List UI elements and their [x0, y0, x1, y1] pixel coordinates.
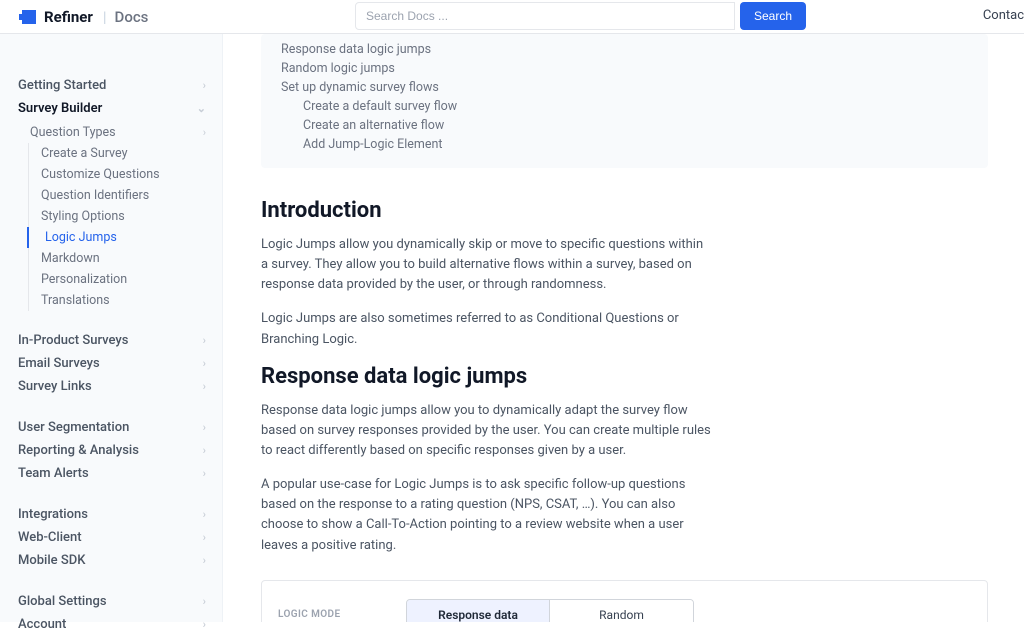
nav-group: In-Product Surveys › Email Surveys › Sur…: [16, 329, 212, 398]
sidebar-item-label: In-Product Surveys: [18, 333, 128, 348]
logic-mode-response-data[interactable]: Response data: [407, 600, 550, 622]
chevron-right-icon: ›: [203, 508, 206, 521]
sidebar-item-label: Team Alerts: [18, 466, 89, 481]
sidebar-item-label: Global Settings: [18, 594, 107, 609]
contact-link[interactable]: Contac: [983, 8, 1024, 23]
chevron-right-icon: ›: [203, 554, 206, 567]
sidebar-subitem-logic-jumps[interactable]: Logic Jumps: [27, 227, 212, 248]
sidebar-item-integrations[interactable]: Integrations ›: [16, 503, 212, 526]
sidebar-item-label: Web-Client: [18, 530, 82, 545]
sidebar-subitem-translations[interactable]: Translations: [37, 290, 212, 311]
brand-separator: |: [103, 8, 107, 26]
sidebar-item-label: Reporting & Analysis: [18, 443, 139, 458]
nav-group: Global Settings › Account ›: [16, 590, 212, 636]
paragraph: Logic Jumps are also sometimes referred …: [261, 309, 711, 349]
chevron-right-icon: ›: [203, 79, 206, 92]
search-button[interactable]: Search: [740, 2, 806, 30]
toc-link[interactable]: Response data logic jumps: [281, 40, 968, 59]
logic-mode-label: LOGIC MODE: [278, 609, 406, 620]
sidebar-item-email-surveys[interactable]: Email Surveys ›: [16, 352, 212, 375]
sidebar-item-survey-links[interactable]: Survey Links ›: [16, 375, 212, 398]
sidebar-item-label: Email Surveys: [18, 356, 100, 371]
sidebar-item-team-alerts[interactable]: Team Alerts ›: [16, 462, 212, 485]
brand-name: Refiner: [44, 8, 93, 26]
chevron-down-icon: ⌄: [197, 102, 206, 115]
chevron-right-icon: ›: [203, 531, 206, 544]
chevron-right-icon: ›: [203, 126, 206, 139]
toc-link[interactable]: Create an alternative flow: [281, 116, 968, 135]
sidebar-subitem-markdown[interactable]: Markdown: [37, 248, 212, 269]
chevron-right-icon: ›: [203, 357, 206, 370]
sidebar-subitem-question-types[interactable]: Question Types ›: [26, 122, 212, 143]
sidebar-item-label: Question Types: [30, 125, 116, 140]
main-content: Response data logic jumps Random logic j…: [223, 34, 1024, 622]
refiner-logo-icon: [22, 10, 36, 24]
sidebar-item-getting-started[interactable]: Getting Started ›: [16, 74, 212, 97]
toc-link[interactable]: Create a default survey flow: [281, 97, 968, 116]
chevron-right-icon: ›: [203, 334, 206, 347]
chevron-right-icon: ›: [203, 467, 206, 480]
sidebar-subitem-customize-questions[interactable]: Customize Questions: [37, 164, 212, 185]
sidebar-item-mobile-sdk[interactable]: Mobile SDK ›: [16, 549, 212, 572]
chevron-right-icon: ›: [203, 444, 206, 457]
sidebar-subitem-create-survey[interactable]: Create a Survey: [37, 143, 212, 164]
nav-group: Integrations › Web-Client › Mobile SDK ›: [16, 503, 212, 572]
nav-group: Getting Started › Survey Builder ⌄ Quest…: [16, 74, 212, 311]
docs-label: Docs: [115, 8, 149, 26]
sidebar: Getting Started › Survey Builder ⌄ Quest…: [0, 34, 223, 622]
nav-group: User Segmentation › Reporting & Analysis…: [16, 416, 212, 485]
sidebar-item-account[interactable]: Account ›: [16, 613, 212, 636]
sidebar-item-survey-builder[interactable]: Survey Builder ⌄: [16, 97, 212, 120]
logic-mode-random[interactable]: Random: [550, 600, 693, 622]
app-header: Refiner | Docs Search Contac: [0, 0, 1024, 34]
paragraph: Logic Jumps allow you dynamically skip o…: [261, 235, 711, 295]
sidebar-item-reporting-analysis[interactable]: Reporting & Analysis ›: [16, 439, 212, 462]
sidebar-item-label: Survey Links: [18, 379, 92, 394]
logic-mode-segmented: Response data Random: [406, 599, 694, 622]
toc-link[interactable]: Set up dynamic survey flows: [281, 78, 968, 97]
search-bar: Search: [355, 2, 806, 30]
paragraph: A popular use-case for Logic Jumps is to…: [261, 475, 711, 556]
table-of-contents: Response data logic jumps Random logic j…: [261, 34, 988, 168]
sidebar-item-label: Account: [18, 617, 66, 632]
toc-link[interactable]: Random logic jumps: [281, 59, 968, 78]
chevron-right-icon: ›: [203, 595, 206, 608]
chevron-right-icon: ›: [203, 618, 206, 631]
chevron-right-icon: ›: [203, 421, 206, 434]
chevron-right-icon: ›: [203, 380, 206, 393]
sidebar-item-global-settings[interactable]: Global Settings ›: [16, 590, 212, 613]
sidebar-item-web-client[interactable]: Web-Client ›: [16, 526, 212, 549]
paragraph: Response data logic jumps allow you to d…: [261, 401, 711, 461]
section-title-response-data: Response data logic jumps: [261, 364, 988, 389]
sidebar-item-in-product-surveys[interactable]: In-Product Surveys ›: [16, 329, 212, 352]
sidebar-subitem-personalization[interactable]: Personalization: [37, 269, 212, 290]
sidebar-subitem-styling-options[interactable]: Styling Options: [37, 206, 212, 227]
search-input[interactable]: [355, 2, 735, 30]
toc-link[interactable]: Add Jump-Logic Element: [281, 135, 968, 154]
sidebar-subitem-question-identifiers[interactable]: Question Identifiers: [37, 185, 212, 206]
brand[interactable]: Refiner | Docs: [22, 8, 148, 26]
sidebar-item-user-segmentation[interactable]: User Segmentation ›: [16, 416, 212, 439]
sidebar-item-label: User Segmentation: [18, 420, 129, 435]
sidebar-item-label: Integrations: [18, 507, 88, 522]
sidebar-item-label: Mobile SDK: [18, 553, 85, 568]
logic-jump-config-panel: LOGIC MODE Response data Random JUMP RUL…: [261, 580, 988, 622]
sidebar-submenu: Question Types › Create a Survey Customi…: [26, 122, 212, 311]
sidebar-item-label: Survey Builder: [18, 101, 102, 116]
sidebar-item-label: Getting Started: [18, 78, 106, 93]
section-title-introduction: Introduction: [261, 198, 988, 223]
